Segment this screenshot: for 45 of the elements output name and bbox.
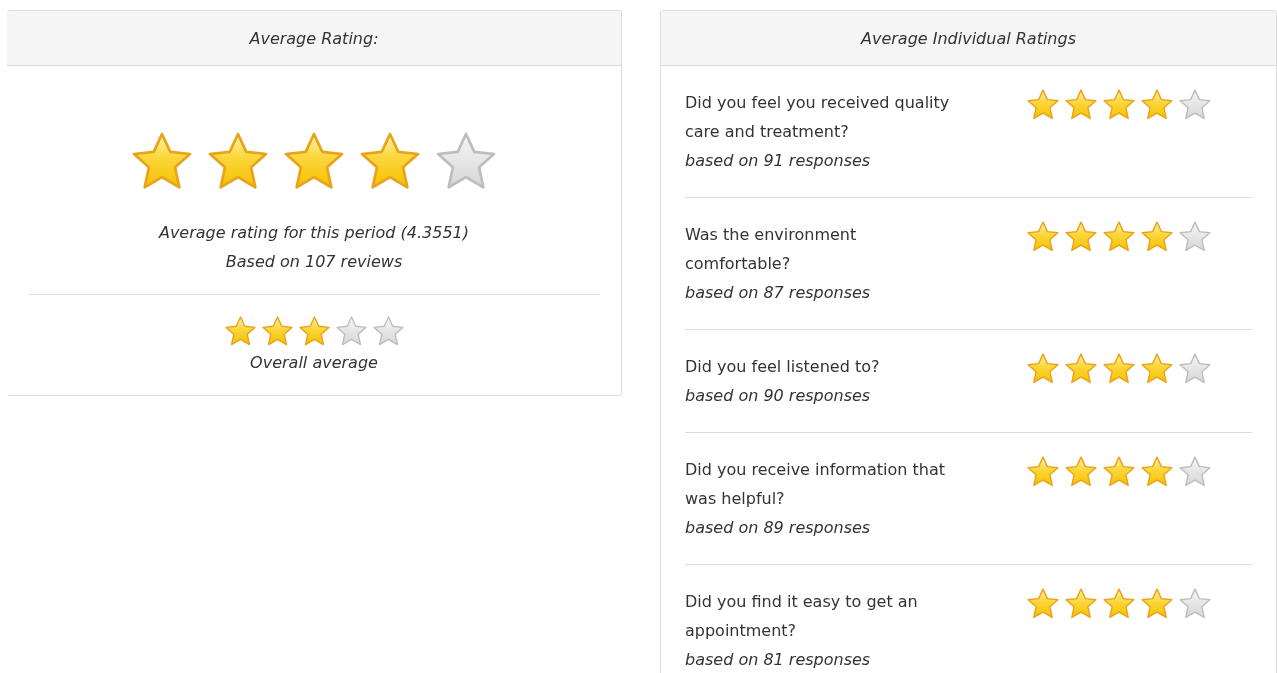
response-count: based on 81 responses (685, 649, 872, 671)
empty-star-icon (1178, 587, 1212, 621)
empty-star-icon (1178, 352, 1212, 386)
filled-star-icon (1140, 220, 1174, 254)
question: Did you receive information that was helpful? (685, 459, 946, 510)
review-count: Based on 107 reviews (225, 251, 403, 273)
filled-star-icon (1102, 88, 1136, 122)
empty-star-icon (1178, 220, 1212, 254)
question: Did you find it easy to get an appointment? (685, 591, 919, 642)
filled-star-icon (1064, 587, 1098, 621)
empty-star-icon (334, 315, 368, 348)
card-title: Average Rating: (249, 28, 379, 48)
question: Did you feel you received quality care and treatment? (685, 92, 951, 143)
filled-star-icon (1064, 88, 1098, 122)
filled-star-icon (1102, 352, 1136, 386)
filled-star-icon (260, 315, 294, 348)
card-title: Average Individual Ratings (861, 28, 1076, 48)
filled-star-icon (1026, 587, 1060, 621)
filled-star-icon (1140, 88, 1174, 122)
filled-star-icon (1140, 455, 1174, 489)
filled-star-icon (1064, 352, 1098, 386)
filled-star-icon (1026, 88, 1060, 122)
empty-star-icon (1178, 455, 1212, 489)
average-summary: Average rating for this period (4.3551) (158, 222, 470, 244)
filled-star-icon (1064, 455, 1098, 489)
filled-star-icon (1102, 220, 1136, 254)
filled-star-icon (1026, 352, 1060, 386)
response-count: based on 89 responses (685, 517, 872, 539)
empty-star-icon (371, 315, 405, 348)
filled-star-icon (1102, 455, 1136, 489)
question: Was the environment comfortable? (685, 224, 858, 275)
filled-star-icon (1026, 455, 1060, 489)
filled-star-icon (1064, 220, 1098, 254)
filled-star-icon (1026, 220, 1060, 254)
response-count: based on 90 responses (685, 385, 872, 407)
question: Did you feel listened to? (685, 356, 881, 378)
response-count: based on 87 responses (685, 282, 872, 304)
filled-star-icon (223, 315, 257, 348)
response-count: based on 91 responses (685, 150, 872, 172)
filled-star-icon (1102, 587, 1136, 621)
filled-star-icon (297, 315, 331, 348)
overall-average-label: Overall average (250, 352, 378, 374)
filled-star-icon (1140, 587, 1174, 621)
empty-star-icon (1178, 88, 1212, 122)
filled-star-icon (1140, 352, 1174, 386)
